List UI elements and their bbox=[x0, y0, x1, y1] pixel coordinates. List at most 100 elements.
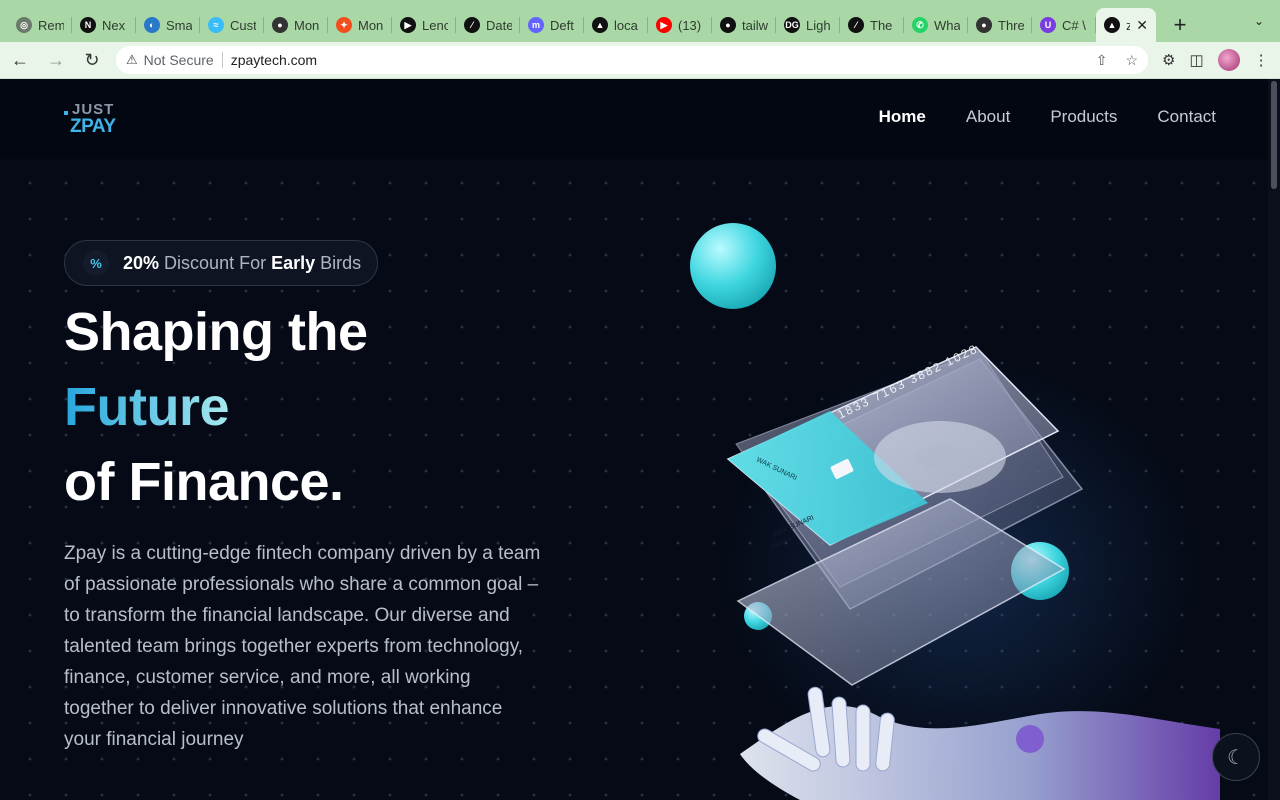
webpage: JUST ZPAY Home About Products Contact % … bbox=[0, 79, 1280, 800]
tab-12[interactable]: DG Ligh bbox=[776, 8, 840, 42]
slash-icon: ⁄ bbox=[464, 17, 480, 33]
figma-icon: ✦ bbox=[336, 17, 352, 33]
theme-toggle-button[interactable]: ☾ bbox=[1212, 733, 1260, 781]
percent-icon: % bbox=[83, 250, 109, 276]
share-icon[interactable]: ⇧ bbox=[1096, 52, 1108, 69]
divider bbox=[221, 52, 223, 68]
tab-11[interactable]: ● tailw bbox=[712, 8, 776, 42]
hero-title-line-3: of Finance. bbox=[64, 452, 344, 512]
tab-3[interactable]: ≈ Cust bbox=[200, 8, 264, 42]
whatsapp-icon: ✆ bbox=[912, 17, 928, 33]
robot-joint-light bbox=[1016, 725, 1044, 753]
tab-search-button[interactable]: ⌄ bbox=[1254, 14, 1264, 28]
tab-title: loca bbox=[614, 17, 638, 33]
tab-title: Sma bbox=[166, 17, 192, 33]
tab-17[interactable]: ▲ z ✕ bbox=[1096, 8, 1156, 42]
badge-early: Early bbox=[271, 252, 316, 273]
security-label: Not Secure bbox=[143, 52, 214, 68]
globe-blue-icon: ◐ bbox=[144, 17, 160, 33]
tab-2[interactable]: ◐ Sma bbox=[136, 8, 200, 42]
tab-15[interactable]: ● Thre bbox=[968, 8, 1032, 42]
page-scrollbar[interactable] bbox=[1268, 79, 1280, 800]
side-panel-icon[interactable]: ◫ bbox=[1189, 51, 1203, 69]
credit-cards-graphic: 1833 7163 3882 1028 WAK SUNARI WAK SUNAR… bbox=[726, 341, 1220, 800]
u-icon: U bbox=[1040, 17, 1056, 33]
bookmark-star-icon[interactable]: ☆ bbox=[1125, 52, 1138, 69]
tab-title: (13) bbox=[678, 17, 702, 33]
tab-title: Thre bbox=[998, 17, 1024, 33]
logo-bottom-text: ZPAY bbox=[70, 116, 116, 137]
extensions-icon[interactable]: ⚙ bbox=[1162, 51, 1175, 69]
tab-list: ◎ Rem N Nex ◐ Sma ≈ Cust ● Mon ✦ Mon ▶ Lenc ⁄ Date m Deft… bbox=[8, 8, 1156, 42]
forward-button[interactable]: → bbox=[40, 44, 72, 76]
main-nav: Home About Products Contact bbox=[879, 107, 1216, 127]
zpay-logo[interactable]: JUST ZPAY bbox=[64, 101, 134, 141]
triangle-icon: ▲ bbox=[592, 17, 608, 33]
browser-menu-icon[interactable]: ⋮ bbox=[1254, 51, 1269, 69]
tab-title: z bbox=[1126, 17, 1131, 33]
tab-7[interactable]: ⁄ Date bbox=[456, 8, 520, 42]
scrollbar-thumb[interactable] bbox=[1271, 81, 1277, 189]
badge-discount-for: Discount For bbox=[164, 252, 267, 273]
tab-1[interactable]: N Nex bbox=[72, 8, 136, 42]
chatgpt-icon: ◎ bbox=[16, 17, 32, 33]
slash-icon: ⁄ bbox=[848, 17, 864, 33]
triangle-icon: ▲ bbox=[1104, 17, 1120, 33]
tab-title: Cust bbox=[230, 17, 256, 33]
badge-percent: 20% bbox=[123, 252, 160, 273]
globe-icon: ● bbox=[976, 17, 992, 33]
hero-title-line-1: Shaping the bbox=[64, 302, 368, 362]
dg-icon: DG bbox=[784, 17, 800, 33]
card-top-emblem-inner bbox=[916, 445, 964, 469]
tab-title: Rem bbox=[38, 17, 64, 33]
discount-badge: % 20% Discount For Early Birds bbox=[64, 240, 379, 286]
hero-illustration: 1833 7163 3882 1028 WAK SUNARI WAK SUNAR… bbox=[680, 219, 1220, 800]
nav-contact[interactable]: Contact bbox=[1157, 107, 1216, 127]
github-icon: ● bbox=[720, 17, 736, 33]
tab-4[interactable]: ● Mon bbox=[264, 8, 328, 42]
nav-about[interactable]: About bbox=[966, 107, 1010, 127]
tab-title: Deft bbox=[550, 17, 574, 33]
tab-6[interactable]: ▶ Lenc bbox=[392, 8, 456, 42]
back-button[interactable]: ← bbox=[4, 44, 36, 76]
browser-toolbar: ← → ↻ ⚠ Not Secure zpaytech.com ⇧ ☆ ⚙ ◫ … bbox=[0, 42, 1280, 79]
tab-title: The bbox=[870, 17, 893, 33]
badge-birds: Birds bbox=[320, 252, 362, 273]
tab-title: Date bbox=[486, 17, 512, 33]
site-header: JUST ZPAY Home About Products Contact bbox=[0, 79, 1280, 159]
play-icon: ▶ bbox=[400, 17, 416, 33]
tab-5[interactable]: ✦ Mon bbox=[328, 8, 392, 42]
tab-10[interactable]: ▶ (13) bbox=[648, 8, 712, 42]
address-bar[interactable]: ⚠ Not Secure zpaytech.com ⇧ ☆ bbox=[116, 46, 1148, 74]
tab-9[interactable]: ▲ loca bbox=[584, 8, 648, 42]
tab-16[interactable]: U C# \ bbox=[1032, 8, 1096, 42]
globe-icon: ● bbox=[272, 17, 288, 33]
warning-icon: ⚠ bbox=[126, 52, 138, 67]
tab-13[interactable]: ⁄ The bbox=[840, 8, 904, 42]
tab-title: Mon bbox=[358, 17, 384, 33]
tab-0[interactable]: ◎ Rem bbox=[8, 8, 72, 42]
new-tab-button[interactable]: + bbox=[1162, 8, 1198, 42]
moon-icon: ☾ bbox=[1227, 746, 1245, 769]
nav-products[interactable]: Products bbox=[1050, 107, 1117, 127]
tab-14[interactable]: ✆ Wha bbox=[904, 8, 968, 42]
tab-strip: ◎ Rem N Nex ◐ Sma ≈ Cust ● Mon ✦ Mon ▶ Lenc ⁄ Date m Deft… bbox=[0, 0, 1280, 42]
tab-title: Wha bbox=[934, 17, 960, 33]
url-text[interactable]: zpaytech.com bbox=[231, 52, 317, 68]
hero-title-line-2: Future bbox=[64, 377, 230, 437]
profile-avatar[interactable] bbox=[1217, 49, 1240, 71]
reload-button[interactable]: ↻ bbox=[76, 44, 108, 76]
tab-title: Nex bbox=[102, 17, 126, 33]
tab-8[interactable]: m Deft bbox=[520, 8, 584, 42]
close-tab-icon[interactable]: ✕ bbox=[1136, 17, 1148, 34]
tab-title: C# \ bbox=[1062, 17, 1086, 33]
tab-title: Ligh bbox=[806, 17, 831, 33]
youtube-icon: ▶ bbox=[656, 17, 672, 33]
badge-text: 20% Discount For Early Birds bbox=[123, 253, 361, 274]
tailwind-icon: ≈ bbox=[208, 17, 224, 33]
tab-title: Lenc bbox=[422, 17, 448, 33]
hero-description: Zpay is a cutting-edge fintech company d… bbox=[64, 543, 541, 750]
logo-dot bbox=[64, 111, 68, 115]
tab-title: tailw bbox=[742, 17, 768, 33]
nav-home[interactable]: Home bbox=[879, 107, 926, 127]
